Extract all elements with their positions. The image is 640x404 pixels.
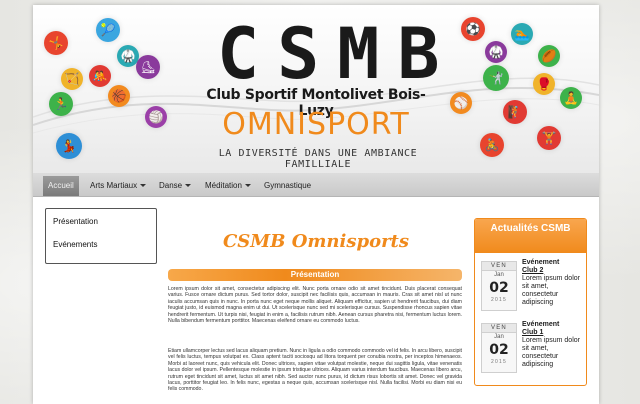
content-paragraph: Lorem ipsum dolor sit amet, consectetur … (168, 286, 462, 325)
sidebar-item-presentation[interactable]: Présentation (53, 217, 98, 226)
volleyball-icon: 🏐 (145, 106, 167, 128)
karate-icon: 🥋 (485, 41, 507, 63)
main-nav: Accueil Arts Martiaux Danse Méditation G… (33, 173, 599, 197)
chevron-down-icon (244, 184, 251, 188)
news-category: Evénement (522, 321, 560, 328)
news-text: Evénement Club 1 Lorem ipsum dolor sit a… (522, 321, 584, 369)
date-year: 2015 (491, 359, 507, 365)
dance-icon: 💃 (56, 133, 82, 159)
nav-item-label: Gymnastique (264, 181, 312, 190)
nav-item-label: Danse (159, 181, 183, 190)
brand-tagline: LA DIVERSITÉ DANS UNE AMBIANCE FAMILLIAL… (218, 148, 418, 170)
date-day: 02 (489, 280, 509, 296)
nav-item-danse[interactable]: Danse (154, 177, 196, 195)
judo-icon: 🤼 (89, 65, 111, 87)
basketball-icon: 🏀 (108, 85, 130, 107)
yoga-icon: 🧘 (560, 87, 582, 109)
date-block: VEN Jan 02 2015 (481, 323, 517, 373)
nav-item-label: Arts Martiaux (90, 181, 138, 190)
nav-item-label: Méditation (205, 181, 242, 190)
swimming-icon: 🏊 (511, 23, 533, 45)
cycling-icon: 🚴 (480, 133, 504, 157)
header-banner: 🎾 🤸 🥋 ⛸ 🤼 🏹 🏀 🏃 🏐 💃 ⚽ 🏊 🥋 🏉 🤺 🥊 🧘 ⚾ 🧗 🏋 … (33, 5, 599, 173)
news-link[interactable]: Club 1 (522, 329, 584, 337)
running-icon: 🏃 (49, 92, 73, 116)
content-paragraph: Etiam ullamcorper lectus sed lacus aliqu… (168, 348, 462, 393)
sidebar-item-evenements[interactable]: Evénements (53, 240, 97, 249)
boxing-icon: 🥊 (533, 73, 555, 95)
nav-item-arts-martiaux[interactable]: Arts Martiaux (85, 177, 151, 195)
date-day: 02 (489, 342, 509, 358)
date-block: VEN Jan 02 2015 (481, 261, 517, 311)
skating-icon: ⛸ (136, 55, 160, 79)
football-icon: ⚽ (461, 17, 485, 41)
nav-item-gymnastique[interactable]: Gymnastique (259, 177, 316, 195)
nav-item-accueil[interactable]: Accueil (43, 176, 79, 196)
tennis-icon: 🎾 (96, 18, 120, 42)
page-title: CSMB Omnisports (222, 231, 410, 252)
date-month: Jan (494, 334, 504, 340)
news-text: Evénement Club 2 Lorem ipsum dolor sit a… (522, 259, 584, 307)
date-weekday: VEN (482, 262, 516, 271)
gymnastics-icon: 🤸 (44, 31, 68, 55)
chevron-down-icon (140, 184, 147, 188)
brand-title: CSMB (217, 13, 458, 95)
news-link[interactable]: Club 2 (522, 267, 584, 275)
chevron-down-icon (185, 184, 192, 188)
date-year: 2015 (491, 297, 507, 303)
news-panel: Actualités CSMB VEN Jan 02 2015 Evénemen… (474, 218, 587, 386)
nav-item-meditation[interactable]: Méditation (200, 177, 256, 195)
fencing-icon: 🤺 (483, 65, 509, 91)
news-excerpt: Lorem ipsum dolor sit amet, consectetur … (522, 337, 580, 368)
news-excerpt: Lorem ipsum dolor sit amet, consectetur … (522, 275, 580, 306)
news-item: VEN Jan 02 2015 Evénement Club 1 Lorem i… (481, 321, 584, 377)
date-weekday: VEN (482, 324, 516, 333)
archery-icon: 🏹 (61, 68, 83, 90)
baseball-icon: ⚾ (450, 92, 472, 114)
date-month: Jan (494, 272, 504, 278)
section-header: Présentation (168, 269, 462, 281)
news-item: VEN Jan 02 2015 Evénement Club 2 Lorem i… (481, 259, 584, 315)
nav-item-label: Accueil (48, 181, 74, 190)
brand-omnisport: OMNISPORT (222, 107, 410, 142)
news-panel-title: Actualités CSMB (475, 219, 586, 253)
weightlifting-icon: 🏋 (537, 126, 561, 150)
climbing-icon: 🧗 (503, 100, 527, 124)
site-container: 🎾 🤸 🥋 ⛸ 🤼 🏹 🏀 🏃 🏐 💃 ⚽ 🏊 🥋 🏉 🤺 🥊 🧘 ⚾ 🧗 🏋 … (33, 5, 599, 404)
rugby-icon: 🏉 (538, 45, 560, 67)
sidebar-menu: Présentation Evénements (45, 208, 157, 264)
news-category: Evénement (522, 259, 560, 266)
